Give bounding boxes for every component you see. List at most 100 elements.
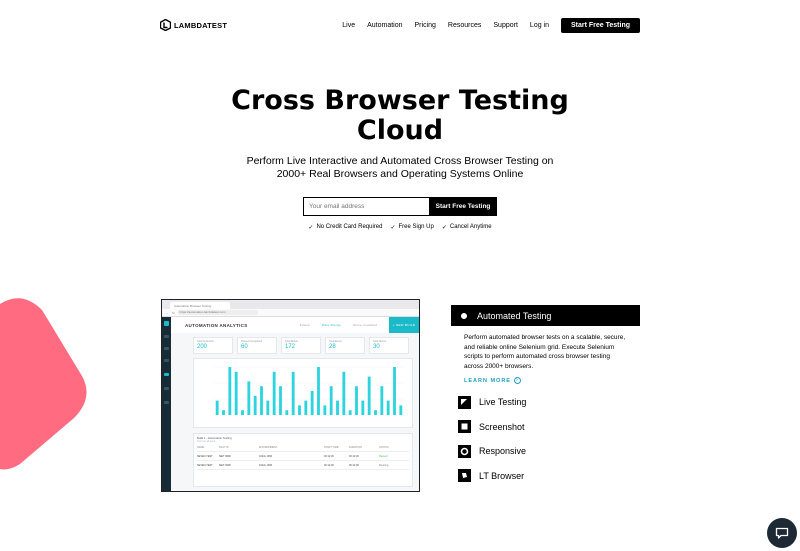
learn-more-link[interactable]: LEARN MORE › xyxy=(451,371,640,384)
stats-row: Total Tests Run 200 Passed Completed 60 To… xyxy=(171,333,419,354)
bar-chart-svg xyxy=(214,366,404,416)
live-testing-icon xyxy=(458,395,471,409)
table-header: NAME TEST ID ENVIRONMENT START TIME DURA… xyxy=(197,443,409,452)
sidebar-icon xyxy=(164,401,169,404)
decorative-blob xyxy=(0,298,87,470)
chart-bar xyxy=(253,395,257,415)
stat-card: Total Tests Run 200 xyxy=(193,337,233,354)
url-field: https://automation.lambdatest.com xyxy=(177,310,258,315)
app-title: AUTOMATION ANALYTICS xyxy=(185,322,248,328)
responsive-icon xyxy=(458,444,471,458)
hero-subtitle: Perform Live Interactive and Automated C… xyxy=(0,155,800,181)
lambdatest-logo-icon xyxy=(160,19,171,31)
nav-link-live[interactable]: Live xyxy=(342,22,355,29)
chat-icon xyxy=(775,527,789,539)
table-row: SEVEN-TEST SEIT 9090 1024x 1366 00:12:00… xyxy=(197,461,409,470)
sidebar-icon xyxy=(164,373,169,376)
subtitle-line-1: Perform Live Interactive and Automated C… xyxy=(246,155,554,167)
chart-bar xyxy=(380,386,384,415)
feature-responsive[interactable]: Responsive xyxy=(451,439,640,464)
start-free-testing-button[interactable]: Start Free Testing xyxy=(561,17,640,33)
bar-chart xyxy=(193,358,413,428)
stat-card: Passed Completed 60 xyxy=(237,337,277,354)
cell-env: 1024x 1366 xyxy=(259,454,273,458)
table-row: SEVEN-TEST SEIT 9090 1024x 1366 00:12:00… xyxy=(197,452,409,461)
chart-bar xyxy=(298,405,301,415)
stat-label: Total Builds xyxy=(285,340,298,343)
builds-table: Build 1 - Automation Testing Test run al… xyxy=(193,433,413,487)
back-icon: ← xyxy=(166,310,169,315)
signup-button[interactable]: Start Free Testing xyxy=(429,197,497,216)
email-input[interactable] xyxy=(303,197,429,216)
sidebar-icon xyxy=(164,359,169,362)
since-label: Since Installed xyxy=(352,323,377,327)
chart-bar xyxy=(342,371,346,415)
feature-lt-browser[interactable]: LT Browser xyxy=(451,464,640,489)
col-duration: DURATION xyxy=(349,445,362,449)
feature-automated-testing[interactable]: Automated Testing xyxy=(451,305,640,326)
perk-item: ✓ Cancel Anytime xyxy=(442,224,492,231)
stat-label: Total Tests Run xyxy=(197,340,215,343)
chart-bar xyxy=(222,410,225,415)
chart-bar xyxy=(241,410,244,415)
stat-label: Passed Completed xyxy=(241,340,263,343)
product-screenshot: Automation Browser Testing ← ↻ https://a… xyxy=(161,299,420,492)
check-icon: ✓ xyxy=(308,225,314,231)
learn-more-label: LEARN MORE xyxy=(464,377,511,384)
reload-icon: ↻ xyxy=(172,310,175,315)
sidebar-logo-icon xyxy=(164,321,169,326)
nav-link-resources[interactable]: Resources xyxy=(448,22,481,29)
feature-live-testing[interactable]: Live Testing xyxy=(451,390,640,415)
perk-item: ✓ No Credit Card Required xyxy=(308,224,382,231)
stat-card: Total Builds 172 xyxy=(281,337,321,354)
page-title: Cross Browser Testing Cloud xyxy=(0,86,800,146)
chart-bar xyxy=(304,400,308,415)
feature-description: Perform automated browser tests on a sca… xyxy=(464,334,626,370)
nav-link-pricing[interactable]: Pricing xyxy=(415,22,436,29)
feature-label: LT Browser xyxy=(479,470,525,481)
filters-label: Filters xyxy=(299,323,310,327)
browser-tabs: Automation Browser Testing xyxy=(162,300,419,309)
title-line-2: Cloud xyxy=(356,115,444,146)
nav-link-automation[interactable]: Automation xyxy=(367,22,402,29)
sidebar-icon xyxy=(164,335,169,338)
chart-bar xyxy=(399,405,403,415)
chart-bar xyxy=(266,400,270,415)
features-panel: Automated Testing Perform automated brow… xyxy=(451,305,640,488)
chart-bar xyxy=(317,367,320,415)
date-range-label: Date Range xyxy=(321,323,341,327)
chart-bar xyxy=(374,410,377,415)
feature-screenshot[interactable]: Screenshot xyxy=(451,415,640,440)
nav-link-support[interactable]: Support xyxy=(493,22,518,29)
chart-bar xyxy=(260,386,263,415)
logo-text: LAMBDATEST xyxy=(174,20,228,30)
arrow-right-icon: › xyxy=(513,377,521,384)
cell-status: Running... xyxy=(379,463,391,467)
stat-value: 60 xyxy=(241,344,248,350)
chart-bar xyxy=(367,376,371,415)
chart-bar xyxy=(386,400,390,415)
chart-bar xyxy=(291,371,295,415)
chat-button[interactable] xyxy=(767,518,797,548)
cell-name: SEVEN-TEST xyxy=(197,454,213,458)
cell-id: SEIT 9090 xyxy=(219,454,231,458)
chart-bar xyxy=(348,410,352,415)
header-meta: Filters Date Range Since Installed + NEW… xyxy=(300,317,419,333)
lt-browser-icon xyxy=(458,469,471,483)
browser-address-bar: ← ↻ https://automation.lambdatest.com xyxy=(162,309,419,317)
col-name: NAME xyxy=(197,445,205,449)
stat-label: Total Errors xyxy=(329,340,342,343)
stat-value: 28 xyxy=(329,344,336,350)
nav-link-login[interactable]: Log in xyxy=(530,22,549,29)
sidebar-icon xyxy=(164,387,169,390)
nav-links: Live Automation Pricing Resources Suppor… xyxy=(342,17,640,33)
app-sidebar xyxy=(162,317,171,491)
perks-list: ✓ No Credit Card Required ✓ Free Sign Up ✓… xyxy=(0,224,800,231)
cell-status: Passed xyxy=(379,454,388,458)
col-start-time: START TIME xyxy=(324,445,339,449)
chart-bar xyxy=(310,391,314,415)
cell-id: SEIT 9090 xyxy=(219,463,231,467)
perk-label: Cancel Anytime xyxy=(449,224,492,230)
logo[interactable]: LAMBDATEST xyxy=(160,19,227,31)
top-navigation: LAMBDATEST Live Automation Pricing Resou… xyxy=(160,16,640,34)
